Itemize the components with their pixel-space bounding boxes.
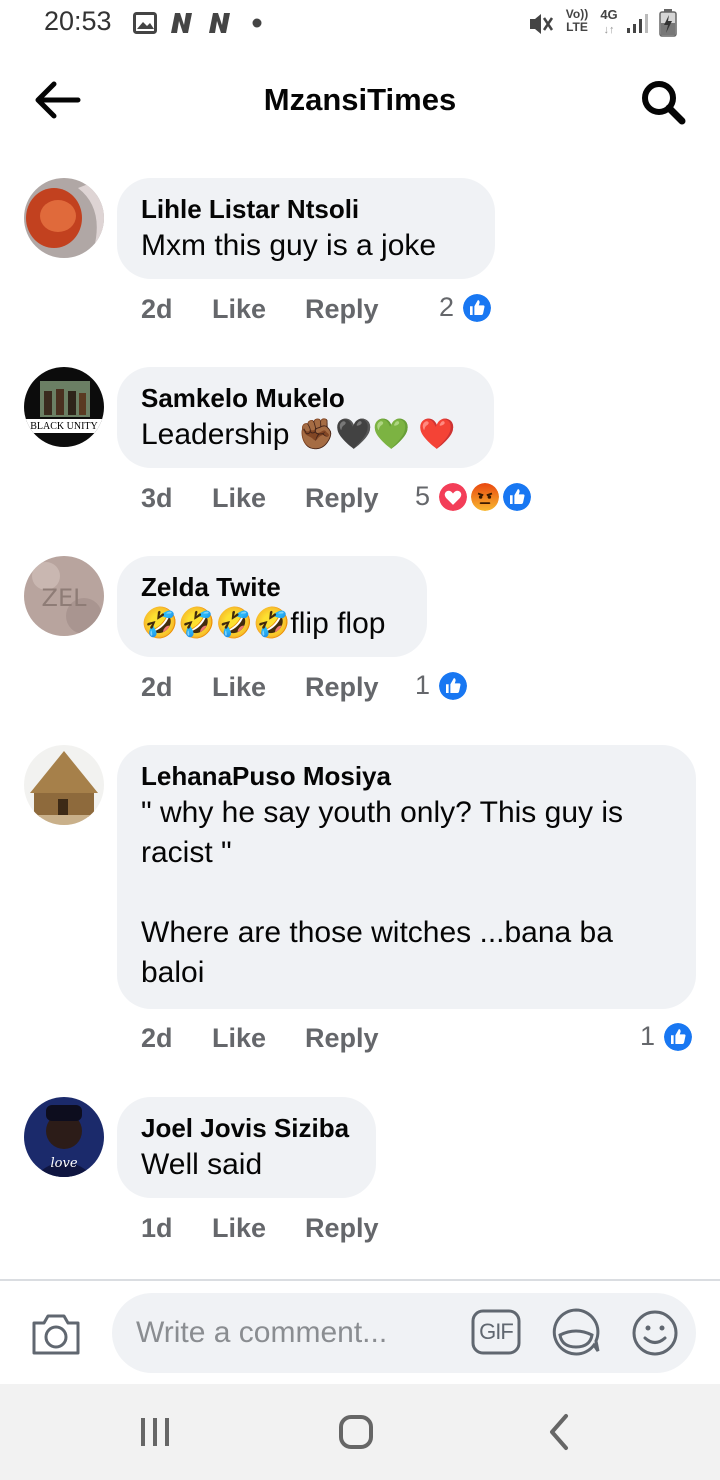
comment-text: 🤣🤣🤣🤣flip flop	[141, 607, 386, 640]
comment-text: Mxm this guy is a joke	[141, 229, 437, 262]
back-icon[interactable]	[544, 1412, 574, 1452]
like-button[interactable]: Like	[212, 1023, 266, 1054]
battery-charging-icon	[659, 9, 677, 37]
like-reaction-icon	[437, 670, 469, 702]
comment-bubble[interactable]: Samkelo Mukelo Leadership ✊🏾🖤💚 ❤️	[117, 367, 494, 468]
n-icon	[171, 13, 192, 33]
gif-label: GIF	[479, 1319, 514, 1344]
comment-input-pill[interactable]: GIF	[112, 1293, 696, 1373]
comment-time: 2d	[141, 1023, 173, 1053]
like-reaction-icon	[662, 1021, 694, 1053]
avatar[interactable]: BLACK UNITY	[24, 367, 104, 447]
sticker-icon[interactable]	[550, 1307, 602, 1357]
volte-icon: Vo)) LTE	[564, 8, 590, 34]
like-reaction-icon	[461, 292, 493, 324]
dot-icon	[252, 18, 262, 28]
n-icon	[209, 13, 230, 33]
comment-bubble[interactable]: Joel Jovis Siziba Well said	[117, 1097, 376, 1198]
reaction-summary[interactable]: 1	[415, 670, 475, 706]
comment-text: " why he say youth only? This guy is rac…	[141, 796, 624, 989]
system-nav-bar	[0, 1384, 720, 1480]
comment-time: 2d	[141, 294, 173, 324]
comment-author[interactable]: Zelda Twite	[141, 570, 403, 604]
comment-author[interactable]: Lihle Listar Ntsoli	[141, 192, 471, 226]
reaction-count: 5	[415, 481, 431, 511]
comment-author[interactable]: LehanaPuso Mosiya	[141, 759, 672, 793]
reply-button[interactable]: Reply	[305, 672, 379, 703]
like-button[interactable]: Like	[212, 483, 266, 514]
like-button[interactable]: Like	[212, 672, 266, 703]
recent-apps-icon[interactable]	[138, 1412, 172, 1452]
volte-bottom-label: LTE	[566, 20, 588, 34]
like-button[interactable]: Like	[212, 1213, 266, 1244]
comment-time: 1d	[141, 1213, 173, 1243]
volte-top-label: Vo))	[565, 7, 589, 21]
reply-button[interactable]: Reply	[305, 1213, 379, 1244]
comment-time: 2d	[141, 672, 173, 702]
love-reaction-icon	[437, 481, 469, 513]
mute-icon	[530, 14, 554, 34]
search-icon[interactable]	[636, 76, 690, 130]
avatar[interactable]	[24, 745, 104, 825]
comment-bubble[interactable]: LehanaPuso Mosiya " why he say youth onl…	[117, 745, 696, 1009]
comment-input[interactable]	[136, 1311, 466, 1355]
network-label: 4G	[600, 7, 618, 22]
smiley-icon[interactable]	[631, 1309, 679, 1357]
reply-button[interactable]: Reply	[305, 1023, 379, 1054]
avatar[interactable]: love	[24, 1097, 104, 1177]
4g-icon: 4G ↓↑	[600, 7, 618, 37]
comment-author[interactable]: Joel Jovis Siziba	[141, 1111, 352, 1145]
home-icon[interactable]	[336, 1412, 376, 1452]
avatar[interactable]	[24, 178, 104, 258]
app-header: MzansiTimes	[0, 50, 720, 150]
comment-author[interactable]: Samkelo Mukelo	[141, 381, 470, 415]
signal-icon	[627, 14, 648, 33]
comment-text: Leadership ✊🏾🖤💚 ❤️	[141, 418, 456, 451]
image-icon	[133, 12, 157, 34]
avatar-text: ZEL	[42, 584, 88, 612]
comment-time: 3d	[141, 483, 173, 513]
comment-composer: GIF	[0, 1279, 720, 1384]
avatar-text: BLACK UNITY	[30, 421, 98, 432]
reaction-summary[interactable]: 1	[640, 1021, 700, 1057]
reaction-count: 1	[640, 1021, 656, 1051]
reply-button[interactable]: Reply	[305, 294, 379, 325]
reaction-count: 1	[415, 670, 431, 700]
avatar-text: love	[50, 1156, 77, 1171]
camera-icon[interactable]	[30, 1311, 82, 1357]
comment-bubble[interactable]: Lihle Listar Ntsoli Mxm this guy is a jo…	[117, 178, 495, 279]
page-title: MzansiTimes	[263, 82, 457, 117]
comment-text: Well said	[141, 1148, 263, 1181]
like-button[interactable]: Like	[212, 294, 266, 325]
reaction-count: 2	[439, 292, 455, 322]
comment-bubble[interactable]: Zelda Twite 🤣🤣🤣🤣flip flop	[117, 556, 427, 657]
reaction-summary[interactable]: 5	[415, 481, 540, 517]
gif-button[interactable]: GIF	[471, 1309, 521, 1355]
avatar[interactable]: ZEL	[24, 556, 104, 636]
status-bar: 20:53 Vo)) LTE 4G ↓↑	[0, 0, 720, 50]
reaction-summary[interactable]: 2	[439, 292, 499, 328]
angry-reaction-icon	[469, 481, 501, 513]
like-reaction-icon	[501, 481, 533, 513]
status-time: 20:53	[44, 6, 112, 36]
reply-button[interactable]: Reply	[305, 483, 379, 514]
